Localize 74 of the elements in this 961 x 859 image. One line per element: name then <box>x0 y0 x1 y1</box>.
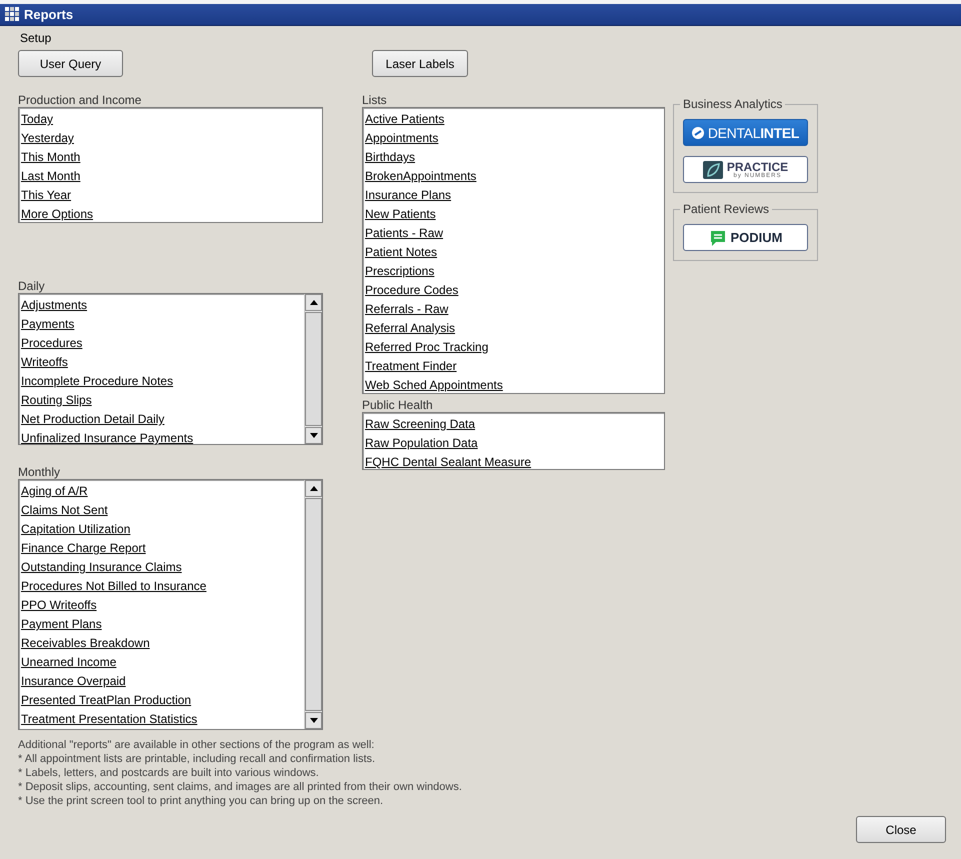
info-note: Additional "reports" are available in other sections of the program as well: <box>18 738 376 752</box>
report-link[interactable]: Net Production Detail Daily <box>21 410 302 429</box>
grid-icon <box>4 7 20 22</box>
report-link[interactable]: Claims Not Sent <box>21 501 302 520</box>
report-link[interactable]: Birthdays <box>365 148 662 167</box>
report-link[interactable]: More Options <box>21 205 320 224</box>
close-button[interactable]: Close <box>856 816 946 843</box>
scroll-up-icon[interactable] <box>305 480 322 497</box>
report-link[interactable]: Patient Notes <box>365 243 662 262</box>
window-title: Reports <box>24 7 74 22</box>
report-link[interactable]: Unfinalized Insurance Payments <box>21 429 302 448</box>
report-link[interactable]: Procedure Codes <box>365 281 662 300</box>
report-link[interactable]: Payments <box>21 315 302 334</box>
dental-intel-logo-button[interactable]: DENTALINTEL <box>683 119 808 146</box>
report-link[interactable]: New Patients <box>365 205 662 224</box>
report-link[interactable]: Appointments <box>365 129 662 148</box>
report-link[interactable]: PPO Writeoffs <box>21 596 302 615</box>
report-link[interactable]: Insurance Overpaid <box>21 672 302 691</box>
report-link[interactable]: Web Sched Appointments <box>365 376 662 395</box>
report-link[interactable]: This Year <box>21 186 320 205</box>
scrollbar[interactable] <box>304 480 322 729</box>
report-link[interactable]: Treatment Presentation Statistics <box>21 710 302 729</box>
report-link[interactable]: Incomplete Procedure Notes <box>21 372 302 391</box>
report-link[interactable]: Referrals - Raw <box>365 300 662 319</box>
report-link[interactable]: Raw Screening Data <box>365 415 662 434</box>
scroll-up-icon[interactable] <box>305 294 322 311</box>
report-link[interactable]: Raw Population Data <box>365 434 662 453</box>
menu-item[interactable]: Setup <box>18 31 54 45</box>
report-link[interactable]: Finance Charge Report <box>21 539 302 558</box>
report-link[interactable]: Presented TreatPlan Production <box>21 691 302 710</box>
report-link[interactable]: Procedures <box>21 334 302 353</box>
report-link[interactable]: Aging of A/R <box>21 482 302 501</box>
leaf-logo-icon <box>702 160 723 178</box>
report-link[interactable]: Referred Proc Tracking <box>365 338 662 357</box>
report-link[interactable]: This Month <box>21 148 320 167</box>
report-link[interactable]: Writeoffs <box>21 353 302 372</box>
podium-logo-button[interactable]: PODIUM <box>683 224 808 251</box>
info-note: * All appointment lists are printable, including recall and confirmation lists. <box>18 752 376 766</box>
report-link[interactable]: Payment Plans <box>21 615 302 634</box>
report-link[interactable]: Unearned Income <box>21 653 302 672</box>
report-link[interactable]: Outstanding Insurance Claims <box>21 558 302 577</box>
info-note: * Use the print screen tool to print anything you can bring up on the screen. <box>18 794 384 808</box>
list-label: Monthly <box>18 465 62 479</box>
scroll-down-icon[interactable] <box>305 427 322 444</box>
laser-labels-button[interactable]: Laser Labels <box>372 50 468 77</box>
report-link[interactable]: Treatment Finder <box>365 357 662 376</box>
report-link[interactable]: Insurance Plans <box>365 186 662 205</box>
report-link[interactable]: Yesterday <box>21 129 320 148</box>
chat-bubble-icon <box>708 228 726 246</box>
group-label: Patient Reviews <box>680 202 772 216</box>
info-note: * Labels, letters, and postcards are built into various windows. <box>18 766 320 780</box>
logo-icon <box>692 126 704 138</box>
user-query-button[interactable]: User Query <box>18 50 123 77</box>
group-label: Business Analytics <box>680 97 786 111</box>
report-link[interactable]: Receivables Breakdown <box>21 634 302 653</box>
report-link[interactable]: Adjustments <box>21 296 302 315</box>
report-link[interactable]: Prescriptions <box>365 262 662 281</box>
report-link[interactable]: FQHC Dental Sealant Measure <box>365 453 662 472</box>
report-link[interactable]: Last Month <box>21 167 320 186</box>
info-note: * Deposit slips, accounting, sent claims, and images are all printed from their own windows. <box>18 780 463 794</box>
report-link[interactable]: Routing Slips <box>21 391 302 410</box>
report-link[interactable]: Active Patients <box>365 110 662 129</box>
report-link[interactable]: Today <box>21 110 320 129</box>
report-link[interactable]: Capitation Utilization <box>21 520 302 539</box>
list-label: Production and Income <box>18 93 142 107</box>
list-label: Daily <box>18 279 46 293</box>
list-label: Lists <box>362 93 388 107</box>
scrollbar[interactable] <box>304 294 322 444</box>
scroll-down-icon[interactable] <box>305 712 322 729</box>
report-link[interactable]: Referral Analysis <box>365 319 662 338</box>
report-link[interactable]: BrokenAppointments <box>365 167 662 186</box>
report-link[interactable]: Patients - Raw <box>365 224 662 243</box>
report-link[interactable]: Procedures Not Billed to Insurance <box>21 577 302 596</box>
list-label: Public Health <box>362 398 434 412</box>
